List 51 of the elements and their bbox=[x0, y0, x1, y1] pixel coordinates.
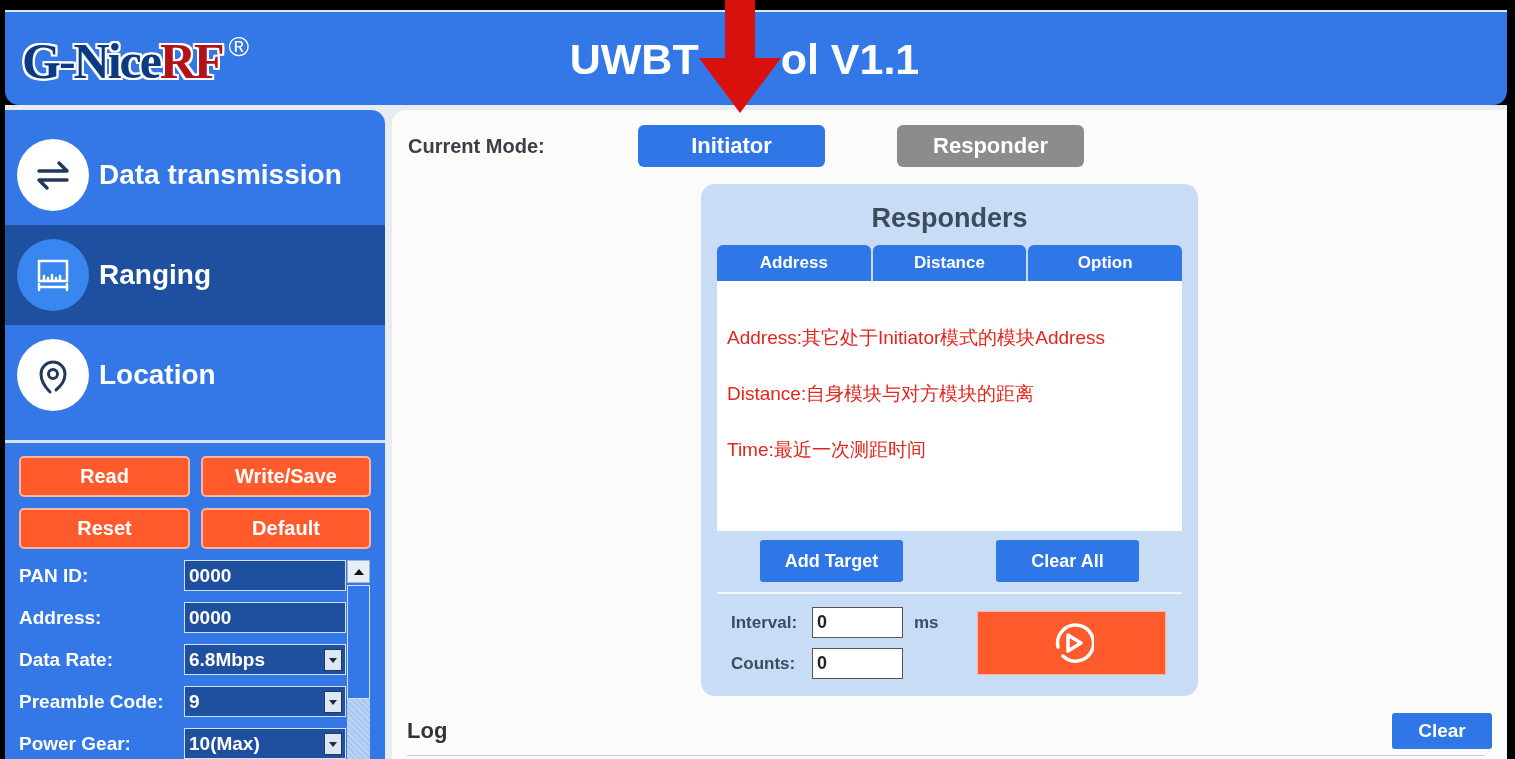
column-header: Option bbox=[1028, 245, 1182, 281]
down-arrow-icon bbox=[698, 0, 781, 113]
field-label: Address: bbox=[19, 605, 103, 630]
dropdown-field[interactable]: 9 bbox=[184, 686, 346, 717]
field-label: Preamble Code: bbox=[19, 689, 165, 714]
note-text: Address:其它处于Initiator模式的模块Address bbox=[727, 326, 1106, 350]
reset-button[interactable]: Reset bbox=[19, 508, 190, 549]
column-header: Address bbox=[717, 245, 871, 281]
write-save-button[interactable]: Write/Save bbox=[201, 456, 371, 497]
panel-title: Responders bbox=[870, 202, 1029, 233]
nav-item[interactable]: Data transmission bbox=[5, 125, 385, 225]
nav-item[interactable]: Location bbox=[5, 325, 385, 425]
scrollbar-track[interactable] bbox=[347, 585, 370, 759]
note-text: Distance:自身模块与对方模块的距离 bbox=[727, 382, 1036, 406]
clear-all-button[interactable]: Clear All bbox=[996, 540, 1139, 582]
dropdown-caret-icon bbox=[324, 648, 342, 671]
column-header: Distance bbox=[872, 245, 1027, 281]
ruler-icon bbox=[17, 239, 89, 311]
scrollbar-thumb[interactable] bbox=[347, 585, 370, 699]
text-field[interactable]: 0000 bbox=[184, 560, 346, 591]
mode-button[interactable]: Responder bbox=[897, 125, 1084, 167]
add-target-button[interactable]: Add Target bbox=[760, 540, 903, 582]
read-button[interactable]: Read bbox=[19, 456, 190, 497]
dropdown-caret-icon bbox=[324, 690, 342, 713]
dropdown-caret-icon bbox=[324, 732, 342, 755]
scroll-up-button[interactable] bbox=[347, 560, 370, 583]
interval-field[interactable]: 0 bbox=[812, 607, 903, 638]
transfer-arrows-icon bbox=[17, 139, 89, 211]
field-label: Data Rate: bbox=[19, 647, 114, 672]
default-button[interactable]: Default bbox=[201, 508, 371, 549]
log-title: Log bbox=[407, 718, 448, 744]
location-pin-icon bbox=[17, 339, 89, 411]
note-text: Time:最近一次测距时间 bbox=[727, 438, 927, 462]
field-label: PAN ID: bbox=[19, 563, 90, 588]
app-title: ol V1.1 bbox=[780, 33, 920, 85]
dropdown-field[interactable]: 6.8Mbps bbox=[184, 644, 346, 675]
counts-label: Counts: bbox=[731, 653, 797, 674]
nav-item[interactable]: Ranging bbox=[5, 225, 385, 325]
unit-label: ms bbox=[914, 612, 939, 633]
brand-logo: G-NiceRF$^{®}$ bbox=[22, 31, 250, 90]
dropdown-field[interactable]: 10(Max) bbox=[184, 728, 346, 759]
text-field[interactable]: 0000 bbox=[184, 602, 346, 633]
app-title: UWBT bbox=[569, 33, 699, 85]
up-caret-icon bbox=[353, 568, 364, 575]
field-label: Power Gear: bbox=[19, 731, 132, 756]
counts-field[interactable]: 0 bbox=[812, 648, 903, 679]
mode-label: Current Mode: bbox=[408, 134, 546, 158]
clear-log-button[interactable]: Clear bbox=[1392, 713, 1492, 749]
mode-button[interactable]: Initiator bbox=[638, 125, 825, 167]
start-button[interactable] bbox=[977, 611, 1166, 675]
interval-label: Interval: bbox=[731, 612, 799, 633]
